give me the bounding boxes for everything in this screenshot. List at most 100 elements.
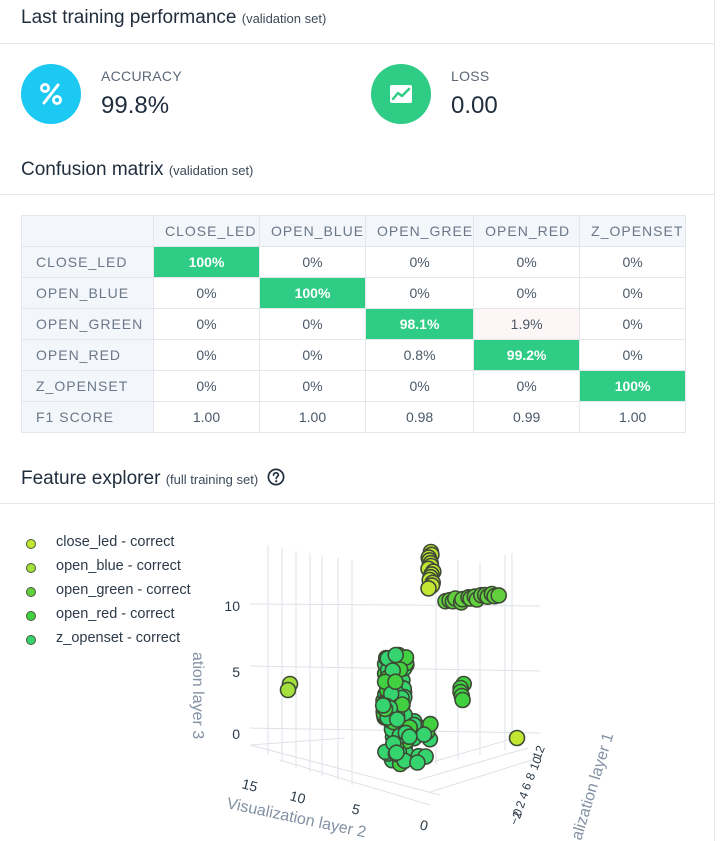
f1-cell: 1.00: [259, 401, 366, 433]
confusion-cell: 100%: [259, 277, 366, 309]
y-tick-label: 6: [519, 780, 535, 792]
confusion-cell: 0%: [364, 246, 475, 278]
confusion-cell: 0%: [153, 339, 260, 371]
scatter-point: [279, 681, 297, 699]
f1-cell: 0.99: [473, 401, 581, 433]
loss-value: 0.00: [451, 92, 498, 119]
confusion-corner: [21, 215, 154, 247]
confusion-cell: 99.2%: [473, 339, 581, 371]
confusion-col-header: Z_OPENSET: [579, 215, 687, 247]
explorer-title-text: Feature explorer: [21, 468, 161, 489]
z-axis-ticks: 10 5 0: [224, 598, 240, 742]
confusion-cell: 98.1%: [364, 308, 475, 340]
right-divider: [714, 0, 715, 841]
confusion-cell: 0%: [259, 246, 366, 278]
confusion-matrix: CLOSE_LED OPEN_BLUE OPEN_GREE OPEN_RED Z…: [21, 215, 687, 433]
line-chart-icon: [371, 64, 431, 124]
percent-icon: [21, 64, 81, 124]
z-tick-label: 5: [232, 664, 240, 680]
y-tick-label: 8: [523, 770, 539, 782]
explorer-subtitle: (full training set): [165, 472, 259, 487]
z-axis-title: ation layer 3: [189, 652, 206, 739]
confusion-row-header: OPEN_GREEN: [21, 308, 154, 340]
confusion-cell: 0%: [473, 246, 581, 278]
scatter-point: [420, 580, 437, 597]
y-axis-ticks: 12 10 8 6 4 2 0 −2: [507, 743, 548, 827]
loss-metric: LOSS 0.00: [371, 64, 671, 126]
scatter-point: [508, 729, 526, 747]
accuracy-label: ACCURACY: [101, 68, 182, 84]
confusion-col-header: OPEN_GREE: [364, 215, 475, 247]
confusion-row: CLOSE_LED 100% 0% 0% 0% 0%: [21, 246, 687, 278]
confusion-cell: 0%: [579, 246, 687, 278]
performance-title-text: Last training performance: [21, 7, 237, 28]
confusion-cell: 0%: [153, 277, 260, 309]
scatter-point: [388, 744, 405, 762]
f1-row: F1 SCORE 1.00 1.00 0.98 0.99 1.00: [21, 401, 687, 433]
confusion-cell: 1.9%: [473, 308, 581, 340]
performance-subtitle: (validation set): [241, 11, 327, 26]
z-tick-label: 10: [224, 598, 240, 614]
confusion-header-row: CLOSE_LED OPEN_BLUE OPEN_GREE OPEN_RED Z…: [21, 215, 687, 247]
accuracy-metric: ACCURACY 99.8%: [21, 64, 321, 126]
explorer-header: Feature explorer (full training set): [0, 460, 714, 504]
scatter-points: [279, 543, 526, 773]
confusion-row: Z_OPENSET 0% 0% 0% 0% 100%: [21, 370, 687, 402]
confusion-row: OPEN_BLUE 0% 100% 0% 0% 0%: [21, 277, 687, 309]
confusion-cell: 0%: [364, 370, 475, 402]
confusion-cell: 0%: [259, 308, 366, 340]
z-tick-label: 0: [232, 726, 240, 742]
confusion-title-text: Confusion matrix: [21, 159, 164, 180]
performance-header: Last training performance (validation se…: [0, 0, 714, 44]
confusion-cell: 0%: [473, 277, 581, 309]
f1-row-header: F1 SCORE: [21, 401, 154, 433]
confusion-col-header: OPEN_BLUE: [259, 215, 366, 247]
scatter-point: [454, 691, 471, 709]
loss-label: LOSS: [451, 68, 490, 84]
scatter-point: [387, 673, 404, 691]
confusion-row-header: Z_OPENSET: [21, 370, 154, 402]
performance-title: Last training performance (validation se…: [21, 7, 326, 29]
confusion-cell: 0.8%: [364, 339, 475, 371]
scatter-point: [490, 587, 508, 604]
accuracy-value: 99.8%: [101, 92, 170, 119]
f1-cell: 1.00: [153, 401, 260, 433]
confusion-cell: 0%: [579, 308, 687, 340]
help-icon[interactable]: [267, 468, 285, 492]
confusion-row-header: CLOSE_LED: [21, 246, 154, 278]
confusion-cell: 0%: [579, 277, 687, 309]
scatter-point: [401, 728, 418, 746]
confusion-cell: 0%: [473, 370, 581, 402]
scatter-point: [409, 754, 426, 771]
confusion-title: Confusion matrix (validation set): [21, 159, 253, 181]
f1-cell: 1.00: [579, 401, 687, 433]
confusion-row-header: OPEN_RED: [21, 339, 154, 371]
confusion-cell: 100%: [153, 246, 260, 278]
scatter-point: [374, 697, 392, 714]
feature-explorer-plot[interactable]: 10 5 0 ation layer 3 15 10 5 0 Visualiza…: [0, 505, 714, 841]
x-tick-label: 10: [288, 787, 307, 807]
y-axis-title: alization layer 1: [569, 731, 618, 841]
scatter-point: [415, 726, 433, 743]
scatter-point: [388, 711, 406, 728]
x-tick-label: 15: [240, 775, 259, 795]
confusion-cell: 0%: [259, 370, 366, 402]
scatter-point: [387, 646, 405, 664]
confusion-col-header: CLOSE_LED: [153, 215, 260, 247]
explorer-title: Feature explorer (full training set): [21, 468, 285, 492]
confusion-row: OPEN_GREEN 0% 0% 98.1% 1.9% 0%: [21, 308, 687, 340]
confusion-col-header: OPEN_RED: [473, 215, 581, 247]
confusion-cell: 0%: [259, 339, 366, 371]
confusion-row-header: OPEN_BLUE: [21, 277, 154, 309]
x-tick-label: 0: [418, 816, 430, 834]
confusion-cell: 0%: [153, 370, 260, 402]
confusion-cell: 0%: [364, 277, 475, 309]
confusion-row: OPEN_RED 0% 0% 0.8% 99.2% 0%: [21, 339, 687, 371]
f1-cell: 0.98: [364, 401, 475, 433]
confusion-cell: 0%: [579, 339, 687, 371]
confusion-cell: 0%: [153, 308, 260, 340]
confusion-header: Confusion matrix (validation set): [0, 152, 714, 195]
confusion-subtitle: (validation set): [168, 163, 254, 178]
x-tick-label: 5: [350, 800, 362, 818]
confusion-cell: 100%: [579, 370, 687, 402]
